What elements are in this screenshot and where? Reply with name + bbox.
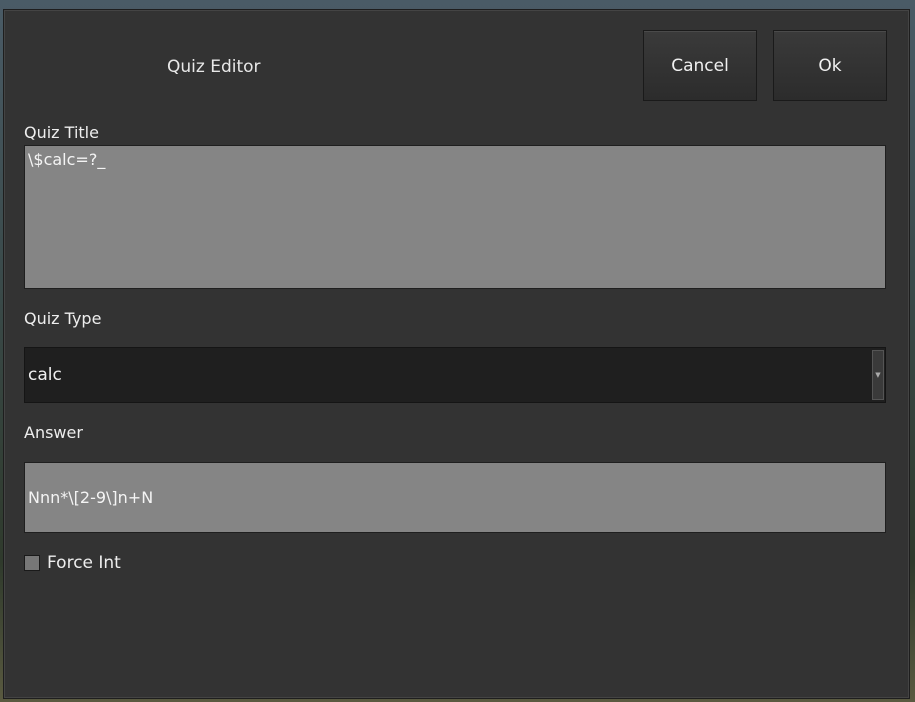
- quiz-title-value: \$calc=?_: [28, 150, 106, 169]
- answer-input[interactable]: Nnn*\[2-9\]n+N: [24, 462, 886, 533]
- quiz-type-select[interactable]: calc ▼: [24, 347, 886, 403]
- chevron-down-icon[interactable]: ▼: [872, 350, 884, 400]
- answer-value: Nnn*\[2-9\]n+N: [28, 488, 154, 507]
- answer-label: Answer: [24, 423, 83, 442]
- quiz-title-label: Quiz Title: [24, 123, 99, 142]
- quiz-title-input[interactable]: \$calc=?_: [24, 145, 886, 289]
- cancel-button[interactable]: Cancel: [643, 30, 757, 101]
- quiz-type-value: calc: [28, 365, 62, 385]
- force-int-checkbox[interactable]: [24, 555, 40, 571]
- dialog-title: Quiz Editor: [167, 57, 261, 77]
- force-int-label: Force Int: [47, 553, 121, 573]
- ok-button[interactable]: Ok: [773, 30, 887, 101]
- quiz-type-label: Quiz Type: [24, 309, 102, 328]
